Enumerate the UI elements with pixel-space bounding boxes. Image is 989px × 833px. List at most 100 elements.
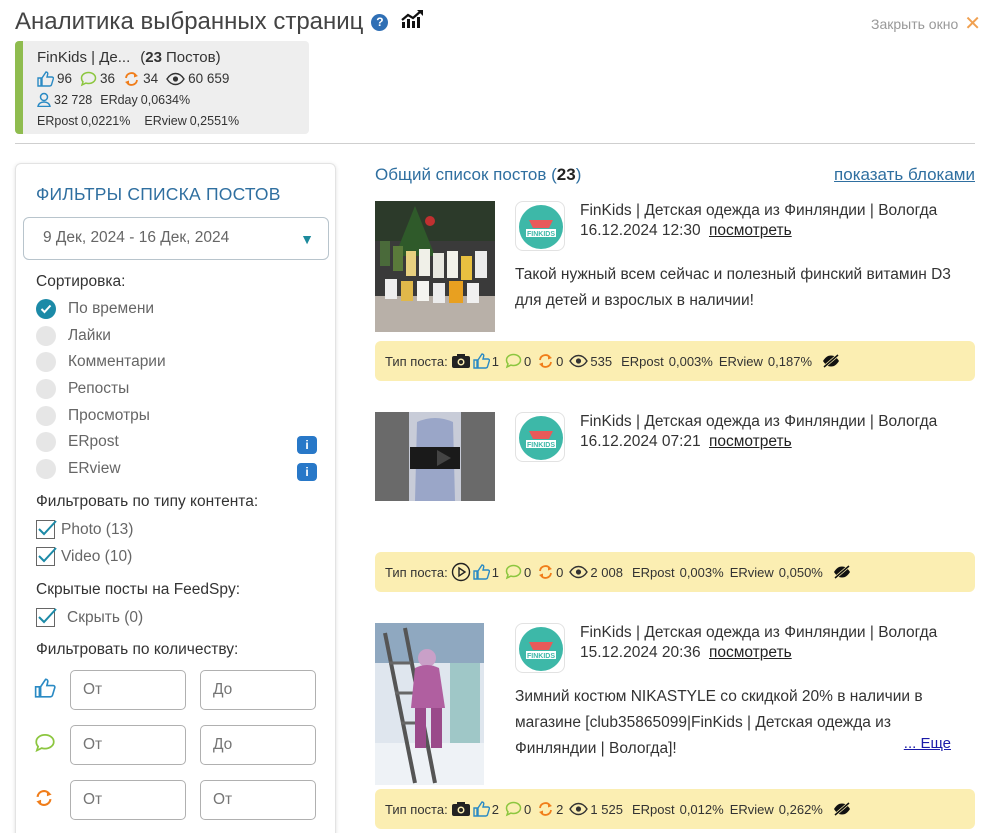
likes-quantity-row <box>34 670 330 710</box>
hide-post-icon[interactable] <box>833 802 851 816</box>
comment-icon <box>505 353 522 369</box>
posts-word: Постов <box>165 49 216 66</box>
post-thumbnail[interactable] <box>375 623 484 785</box>
likes-count: 96 <box>57 71 73 86</box>
likes-to-input[interactable] <box>200 670 316 710</box>
sort-option-label: Репосты <box>68 380 130 397</box>
show-more-link[interactable]: ... Еще <box>904 735 951 752</box>
radio-icon[interactable] <box>36 352 56 372</box>
erpost-value: 0,0221% <box>81 113 131 128</box>
sort-option-comments[interactable]: Комментарии <box>36 352 166 372</box>
sort-option-likes[interactable]: Лайки <box>36 326 111 346</box>
hide-posts-checkbox[interactable]: Скрыть (0) <box>36 608 143 627</box>
post-author: FinKids | Детская одежда из Финляндии | … <box>580 202 938 219</box>
post-likes: 1 <box>491 564 499 580</box>
post-card: FINKIDS FinKids | Детская одежда из Финл… <box>375 412 975 594</box>
radio-icon[interactable] <box>36 459 56 479</box>
sort-option-views[interactable]: Просмотры <box>36 406 150 426</box>
radio-icon[interactable] <box>36 326 56 346</box>
sort-option-erpost[interactable]: ERpost <box>36 432 119 452</box>
page-name: FinKids | Де... <box>37 49 131 66</box>
help-icon[interactable]: ? <box>371 13 389 31</box>
sort-option-erview[interactable]: ERview <box>36 459 121 479</box>
post-erpost: 0,003% <box>679 564 724 580</box>
erday-value: 0,0634% <box>140 92 191 107</box>
post-likes: 2 <box>491 801 499 817</box>
erview-info-icon[interactable]: i <box>297 463 317 481</box>
post-author: FinKids | Детская одежда из Финляндии | … <box>580 624 938 641</box>
reposts-from-input[interactable] <box>70 780 186 820</box>
post-comments: 0 <box>523 564 532 580</box>
post-erpost-label: ERpost <box>621 353 664 369</box>
page-avatar[interactable]: FINKIDS <box>515 201 565 251</box>
radio-icon[interactable] <box>36 379 56 399</box>
comment-icon <box>505 564 522 580</box>
view-post-link[interactable]: посмотреть <box>709 433 792 450</box>
checkbox-checked-icon[interactable] <box>36 608 57 627</box>
post-reposts: 0 <box>556 564 564 580</box>
sort-option-time[interactable]: По времени <box>36 299 154 319</box>
post-comments: 0 <box>523 801 532 817</box>
subscribers-count: 32 728 <box>54 92 93 107</box>
view-post-link[interactable]: посмотреть <box>709 644 792 661</box>
like-icon <box>473 801 490 817</box>
hide-posts-label: Скрыть (0) <box>67 608 144 626</box>
comments-to-input[interactable] <box>200 725 316 765</box>
post-thumbnail[interactable] <box>375 412 495 501</box>
views-eye-icon <box>569 354 589 368</box>
post-erview: 0,187% <box>767 353 813 369</box>
posts-list-count: 23 <box>556 165 576 184</box>
content-video-checkbox[interactable]: Video (10) <box>36 547 132 566</box>
svg-text:FINKIDS: FINKIDS <box>527 231 555 238</box>
hidden-posts-label: Скрытые посты на FeedSpy: <box>36 581 241 598</box>
radio-icon[interactable] <box>36 432 56 452</box>
close-window-link[interactable]: Закрыть окно ✕ <box>871 14 981 34</box>
page-avatar[interactable]: FINKIDS <box>515 412 565 462</box>
post-text: Зимний костюм NIKASTYLE со скидкой 20% в… <box>515 688 923 757</box>
erview-label: ERview <box>144 113 187 128</box>
erpost-info-icon[interactable]: i <box>297 436 317 454</box>
sort-option-reposts[interactable]: Репосты <box>36 379 129 399</box>
comments-from-input[interactable] <box>70 725 186 765</box>
views-eye-icon <box>569 565 589 579</box>
reposts-quantity-row <box>34 780 330 820</box>
close-icon[interactable]: ✕ <box>964 14 981 34</box>
like-icon <box>473 353 490 369</box>
reposts-to-input[interactable] <box>200 780 316 820</box>
filters-title: ФИЛЬТРЫ СПИСКА ПОСТОВ <box>36 184 281 204</box>
page-avatar[interactable]: FINKIDS <box>515 623 565 673</box>
post-text: Такой нужный всем сейчас и полезный финс… <box>515 266 951 309</box>
checkbox-checked-icon[interactable] <box>36 520 57 539</box>
show-as-blocks-link[interactable]: показать блоками <box>834 165 975 185</box>
post-type-label: Тип поста: <box>385 801 448 817</box>
post-type-label: Тип поста: <box>385 353 448 369</box>
post-date-text: 15.12.2024 20:36 <box>580 644 701 661</box>
post-thumbnail[interactable] <box>375 201 495 332</box>
views-count: 60 659 <box>188 71 230 86</box>
trend-chart-icon[interactable] <box>400 8 424 36</box>
view-post-link[interactable]: посмотреть <box>709 222 792 239</box>
quantity-filter-label: Фильтровать по количеству: <box>36 641 239 658</box>
repost-icon <box>537 353 554 369</box>
date-range-select[interactable]: 9 Дек, 2024 - 16 Дек, 2024 ▼ <box>23 217 329 260</box>
radio-icon[interactable] <box>36 406 56 426</box>
comments-count: 36 <box>100 71 116 86</box>
hide-post-icon[interactable] <box>822 354 840 368</box>
comment-icon <box>80 71 97 87</box>
post-views: 2 008 <box>590 564 623 580</box>
hide-post-icon[interactable] <box>833 565 851 579</box>
erview-value: 0,2551% <box>189 113 240 128</box>
post-date-text: 16.12.2024 12:30 <box>580 222 701 239</box>
likes-from-input[interactable] <box>70 670 186 710</box>
post-views: 1 525 <box>590 801 623 817</box>
dropdown-arrow-icon: ▼ <box>300 231 314 247</box>
post-date: 16.12.2024 12:30 посмотреть <box>580 222 792 240</box>
checkbox-checked-icon[interactable] <box>36 547 57 566</box>
content-photo-checkbox[interactable]: Photo (13) <box>36 520 133 539</box>
play-icon <box>451 562 471 582</box>
radio-checked-icon[interactable] <box>36 299 56 319</box>
post-type-label: Тип поста: <box>385 564 448 580</box>
comment-icon <box>34 733 58 758</box>
comment-icon <box>505 801 522 817</box>
reposts-count: 34 <box>143 71 159 86</box>
